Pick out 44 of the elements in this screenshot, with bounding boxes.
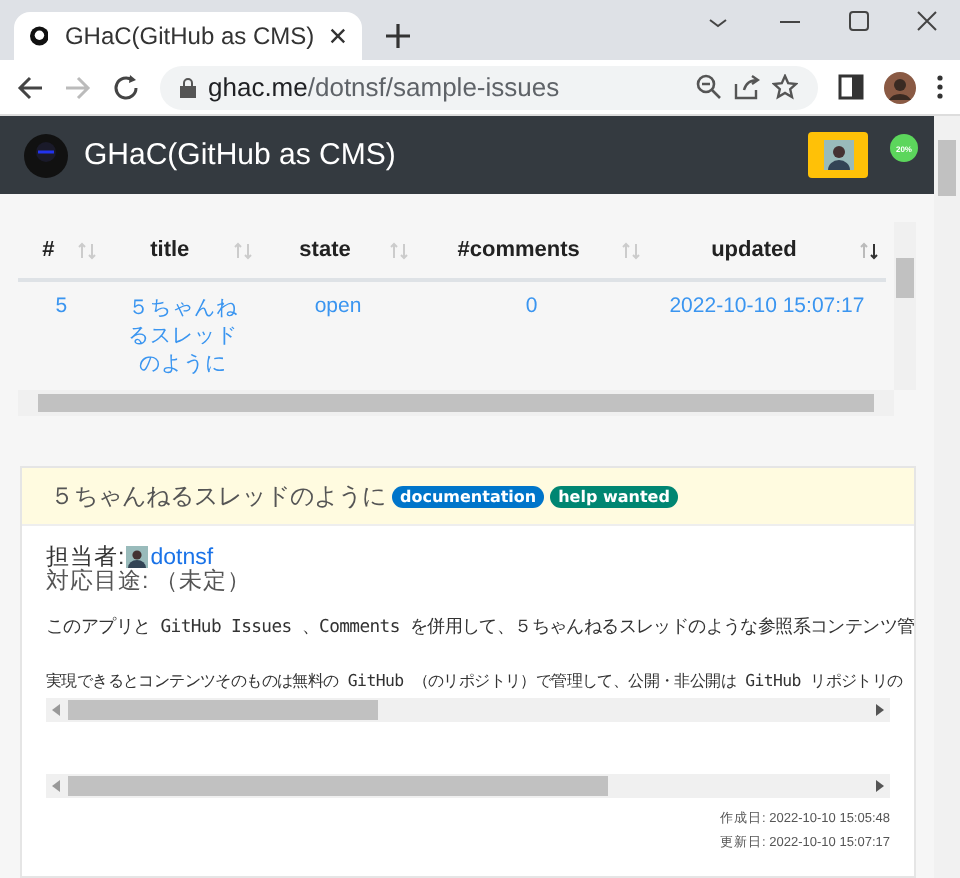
address-bar[interactable]: ghac.me/dotnsf/sample-issues [160, 65, 818, 109]
scroll-right-icon[interactable] [876, 780, 884, 792]
user-avatar-icon [823, 140, 853, 170]
table-cell: 0 [525, 294, 538, 318]
assignee-label: 担当者: [46, 543, 125, 570]
url-text: ghac.me/dotnsf/sample-issues [208, 72, 562, 102]
zoom-out-icon[interactable] [696, 74, 722, 100]
body-text: このアプリと GitHub Issues 、Comments を併用して、５ちゃんねるスレッドのような参照系コンテンツ管 [46, 614, 914, 640]
star-icon[interactable] [772, 74, 798, 100]
column-header[interactable]: #comments [457, 238, 580, 262]
page-scrollbar-thumb[interactable] [938, 140, 956, 196]
vertical-scrollbar[interactable] [894, 222, 916, 390]
back-icon[interactable] [16, 73, 44, 101]
table-cell: 5 [55, 294, 68, 318]
column-header[interactable]: updated [711, 238, 797, 262]
user-button[interactable] [808, 132, 868, 178]
avatar-icon[interactable] [884, 71, 916, 103]
browser-tab[interactable]: GHaC(GitHub as CMS) [14, 12, 362, 60]
column-header[interactable]: state [299, 238, 351, 262]
column-header[interactable]: title [150, 238, 190, 262]
close-icon[interactable] [330, 26, 346, 46]
new-tab-icon[interactable] [386, 24, 410, 48]
sort-icon[interactable] [859, 241, 878, 259]
horizontal-scrollbar[interactable] [46, 774, 890, 798]
scroll-right-icon[interactable] [876, 704, 884, 716]
body-text: 実現できるとコンテンツそのものは無料の GitHub （のリポジトリ）で管理して、公開・非公開は GitHub リポジトリの [46, 670, 903, 692]
table-cell: 2022-10-10 15:07:17 [669, 294, 865, 318]
side-panel-icon[interactable] [838, 74, 864, 100]
user-avatar-icon [126, 546, 149, 568]
horizontal-scrollbar[interactable] [18, 390, 894, 416]
brand-title[interactable]: GHaC(GitHub as CMS) [84, 138, 792, 172]
issue-label[interactable]: documentation [392, 485, 545, 507]
share-icon[interactable] [734, 74, 760, 100]
tab-title: GHaC(GitHub as CMS) [64, 22, 315, 50]
menu-icon[interactable] [936, 74, 944, 100]
milestone-text: 対応目途: （未定） [46, 572, 253, 594]
issue-title: ５ちゃんねるスレッドのように [50, 479, 386, 513]
issue-label[interactable]: help wanted [550, 485, 678, 507]
column-header[interactable]: # [42, 238, 55, 262]
reload-icon[interactable] [112, 73, 140, 101]
horizontal-scrollbar[interactable] [46, 698, 890, 722]
lock-icon [180, 77, 196, 97]
table-cell: open [314, 294, 362, 318]
assignee-link[interactable]: dotnsf [150, 545, 214, 569]
